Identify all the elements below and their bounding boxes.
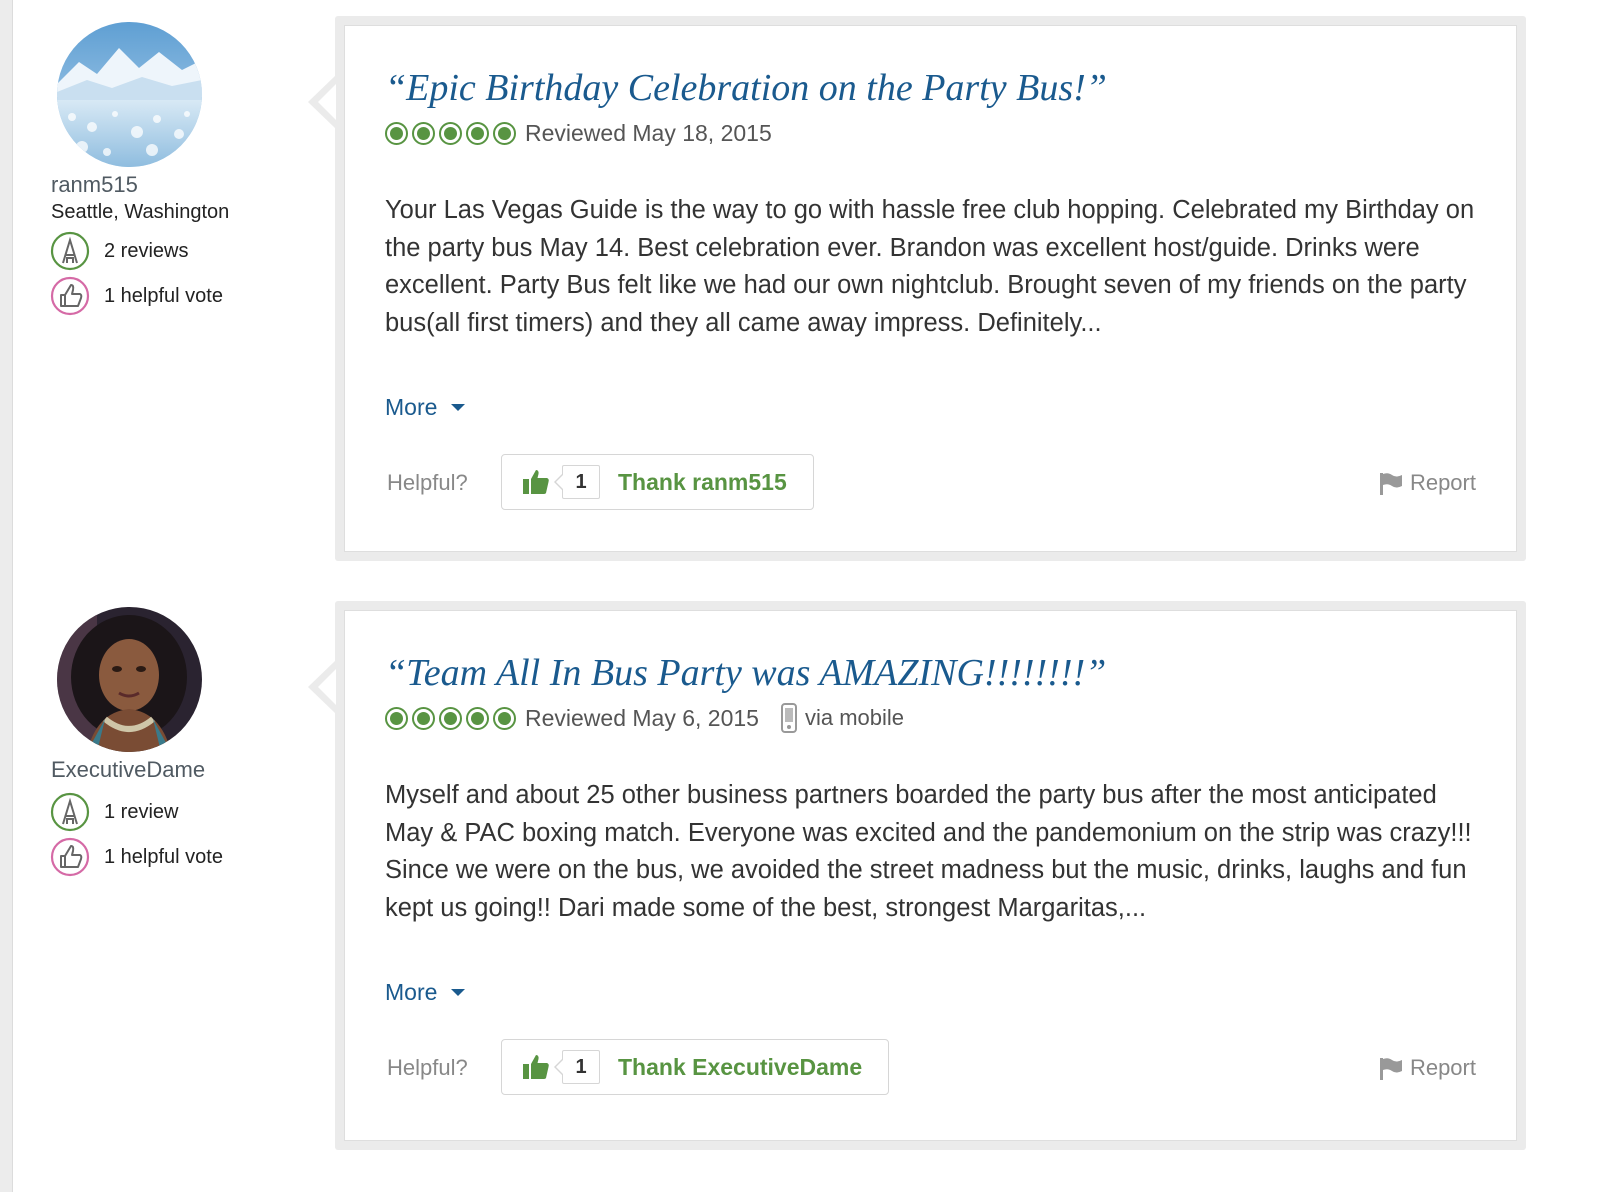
reviewer-badge-icon <box>50 231 90 271</box>
helpful-votes-stat: 1 helpful vote <box>50 837 223 877</box>
report-link[interactable]: Report <box>1378 470 1476 496</box>
flag-icon <box>1379 1058 1402 1080</box>
username[interactable]: ExecutiveDame <box>51 757 205 783</box>
portrait-photo <box>57 607 202 752</box>
helpful-label: Helpful? <box>387 470 468 495</box>
review-card-inner: “Team All In Bus Party was AMAZING!!!!!!… <box>344 610 1517 1141</box>
via-mobile: via mobile <box>780 703 905 733</box>
thumbs-up-icon <box>523 1055 549 1079</box>
card-pointer-inner <box>318 669 336 705</box>
thank-button[interactable]: 1 Thank ranm515 <box>501 454 814 510</box>
helpful-vote-icon <box>50 837 90 877</box>
more-link[interactable]: More <box>385 979 466 1006</box>
rating-bubble-icon <box>466 706 489 730</box>
helpful-votes: 1 helpful vote <box>104 845 223 868</box>
rating-bubble-icon <box>493 706 516 730</box>
review-card-inner: “Epic Birthday Celebration on the Party … <box>344 25 1517 552</box>
rating-bubble-icon <box>466 121 489 145</box>
glacier-photo <box>57 22 202 167</box>
rating-bubble-icon <box>439 121 462 145</box>
reviews-count: 1 review <box>104 800 179 823</box>
review-date: Reviewed May 18, 2015 <box>525 119 772 146</box>
reviews-count-stat: 1 review <box>50 792 178 832</box>
helpful-votes-stat: 1 helpful vote <box>50 276 223 316</box>
avatar[interactable] <box>57 22 202 167</box>
more-link[interactable]: More <box>385 394 466 421</box>
thank-label[interactable]: Thank ExecutiveDame <box>618 1054 862 1081</box>
left-edge-bar <box>0 0 13 1192</box>
helpful-label: Helpful? <box>387 1055 468 1080</box>
rating-bubble-icon <box>412 706 435 730</box>
card-pointer-inner <box>318 84 336 120</box>
reviews-count-stat: 2 reviews <box>50 231 188 271</box>
review-body: Your Las Vegas Guide is the way to go wi… <box>385 196 1475 337</box>
rating-bubble-icon <box>439 706 462 730</box>
helpful-vote-icon <box>50 276 90 316</box>
avatar[interactable] <box>57 607 202 752</box>
via-mobile-label: via mobile <box>804 705 905 730</box>
review-title[interactable]: “Team All In Bus Party was AMAZING!!!!!!… <box>385 651 1106 695</box>
reviews-count: 2 reviews <box>104 239 189 262</box>
thank-label[interactable]: Thank ranm515 <box>618 469 787 496</box>
caret-down-icon[interactable] <box>451 404 466 411</box>
rating-bubbles <box>385 706 520 730</box>
report-label[interactable]: Report <box>1410 1055 1476 1081</box>
rating-bubble-icon <box>385 706 408 730</box>
thumbs-up-icon <box>523 470 549 494</box>
review-date: Reviewed May 6, 2015 <box>525 704 759 731</box>
thank-count: 1 <box>554 465 600 499</box>
rating-bubble-icon <box>493 121 516 145</box>
mobile-phone-icon <box>780 703 797 733</box>
report-label[interactable]: Report <box>1410 470 1476 496</box>
review-meta: Reviewed May 6, 2015 via mobile <box>385 703 904 733</box>
rating-bubble-icon <box>385 121 408 145</box>
review-card: “Team All In Bus Party was AMAZING!!!!!!… <box>308 601 1526 1150</box>
flag-icon <box>1379 473 1402 495</box>
reviewer-badge-icon <box>50 792 90 832</box>
review-title[interactable]: “Epic Birthday Celebration on the Party … <box>385 66 1107 110</box>
review-card: “Epic Birthday Celebration on the Party … <box>308 16 1526 561</box>
user-location: Seattle, Washington <box>51 201 230 223</box>
report-link[interactable]: Report <box>1378 1055 1476 1081</box>
more-label[interactable]: More <box>385 979 437 1006</box>
thank-button[interactable]: 1 Thank ExecutiveDame <box>501 1039 890 1095</box>
review-meta: Reviewed May 18, 2015 <box>385 118 772 148</box>
rating-bubbles <box>385 121 520 145</box>
review-body: Myself and about 25 other business partn… <box>385 781 1472 922</box>
rating-bubble-icon <box>412 121 435 145</box>
caret-down-icon[interactable] <box>451 989 466 996</box>
more-label[interactable]: More <box>385 394 437 421</box>
username[interactable]: ranm515 <box>51 172 138 198</box>
helpful-votes: 1 helpful vote <box>104 284 223 307</box>
thank-count: 1 <box>554 1050 600 1084</box>
